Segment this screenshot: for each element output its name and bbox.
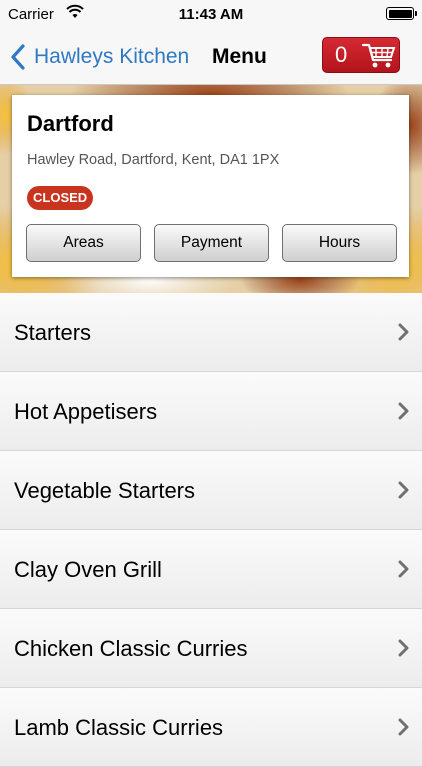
back-chevron-icon <box>11 44 25 70</box>
areas-button[interactable]: Areas <box>26 224 141 262</box>
chevron-right-icon <box>398 639 409 657</box>
chevron-right-icon <box>398 481 409 499</box>
status-badge: CLOSED <box>27 186 94 210</box>
chevron-right-icon <box>398 560 409 578</box>
menu-item-hot-appetisers[interactable]: Hot Appetisers <box>0 372 422 451</box>
menu-item-starters[interactable]: Starters <box>0 293 422 372</box>
menu-item-clay-oven-grill[interactable]: Clay Oven Grill <box>0 530 422 609</box>
back-button[interactable]: Hawleys Kitchen <box>8 40 189 74</box>
cart-button[interactable]: 0 <box>322 37 400 73</box>
restaurant-info-card: Dartford Hawley Road, Dartford, Kent, DA… <box>12 95 409 277</box>
menu-item-chicken-classic-curries[interactable]: Chicken Classic Curries <box>0 609 422 688</box>
menu-item-label: Chicken Classic Curries <box>14 636 248 661</box>
menu-category-list: Starters Hot Appetisers Vegetable Starte… <box>0 293 422 767</box>
chevron-right-icon <box>398 323 409 341</box>
status-time: 11:43 AM <box>178 6 244 23</box>
chevron-right-icon <box>398 718 409 736</box>
restaurant-name: Dartford <box>27 111 114 136</box>
payment-button[interactable]: Payment <box>154 224 269 262</box>
battery-icon <box>386 7 417 20</box>
menu-item-label: Clay Oven Grill <box>14 557 162 582</box>
chevron-right-icon <box>398 402 409 420</box>
back-button-label: Hawleys Kitchen <box>34 45 190 68</box>
menu-item-vegetable-starters[interactable]: Vegetable Starters <box>0 451 422 530</box>
menu-item-label: Vegetable Starters <box>14 478 196 503</box>
status-bar: Carrier 11:43 AM <box>0 0 422 30</box>
cart-count: 0 <box>335 42 348 67</box>
menu-item-label: Lamb Classic Curries <box>14 715 224 740</box>
menu-item-label: Hot Appetisers <box>14 399 158 424</box>
navigation-bar: Hawleys Kitchen Menu 0 <box>0 30 422 85</box>
page-title: Menu <box>212 45 267 68</box>
menu-item-lamb-classic-curries[interactable]: Lamb Classic Curries <box>0 688 422 767</box>
hours-button[interactable]: Hours <box>282 224 397 262</box>
restaurant-address: Hawley Road, Dartford, Kent, DA1 1PX <box>27 152 280 168</box>
cart-icon <box>361 43 396 68</box>
menu-item-label: Starters <box>14 320 92 345</box>
